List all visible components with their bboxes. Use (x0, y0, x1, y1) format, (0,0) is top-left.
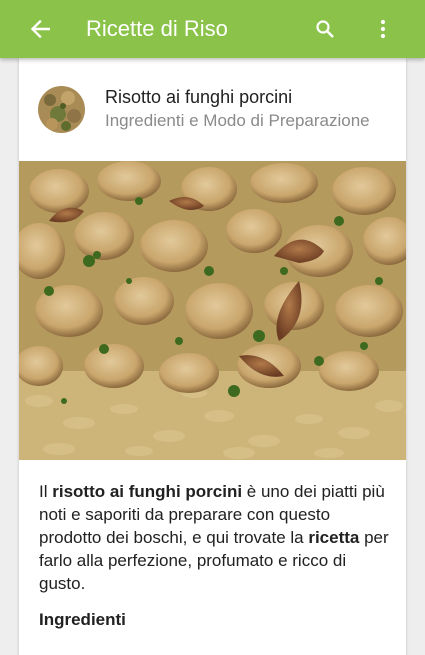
search-button[interactable] (305, 9, 345, 49)
back-button[interactable] (20, 9, 60, 49)
intro-bold-dish: risotto ai funghi porcini (52, 482, 243, 501)
recipe-card: Risotto ai funghi porcini Ingredienti e … (19, 58, 406, 655)
intro-bold-recipe: ricetta (308, 528, 360, 547)
recipe-photo (19, 161, 406, 460)
card-header[interactable]: Risotto ai funghi porcini Ingredienti e … (19, 58, 406, 160)
recipe-avatar (38, 85, 85, 133)
app-title: Ricette di Riso (86, 16, 228, 41)
overflow-menu-button[interactable] (363, 9, 403, 49)
recipe-title: Risotto ai funghi porcini (105, 87, 293, 107)
arrow-back-icon (30, 20, 50, 38)
intro-text: Il (39, 482, 53, 501)
more-vert-icon (380, 19, 386, 39)
app-bar: Ricette di Riso (0, 0, 425, 58)
recipe-subtitle: Ingredienti e Modo di Preparazione (105, 111, 370, 130)
ingredients-heading: Ingredienti (39, 610, 126, 629)
recipe-intro: Il risotto ai funghi porcini è uno dei p… (39, 480, 389, 595)
search-icon (316, 20, 334, 38)
